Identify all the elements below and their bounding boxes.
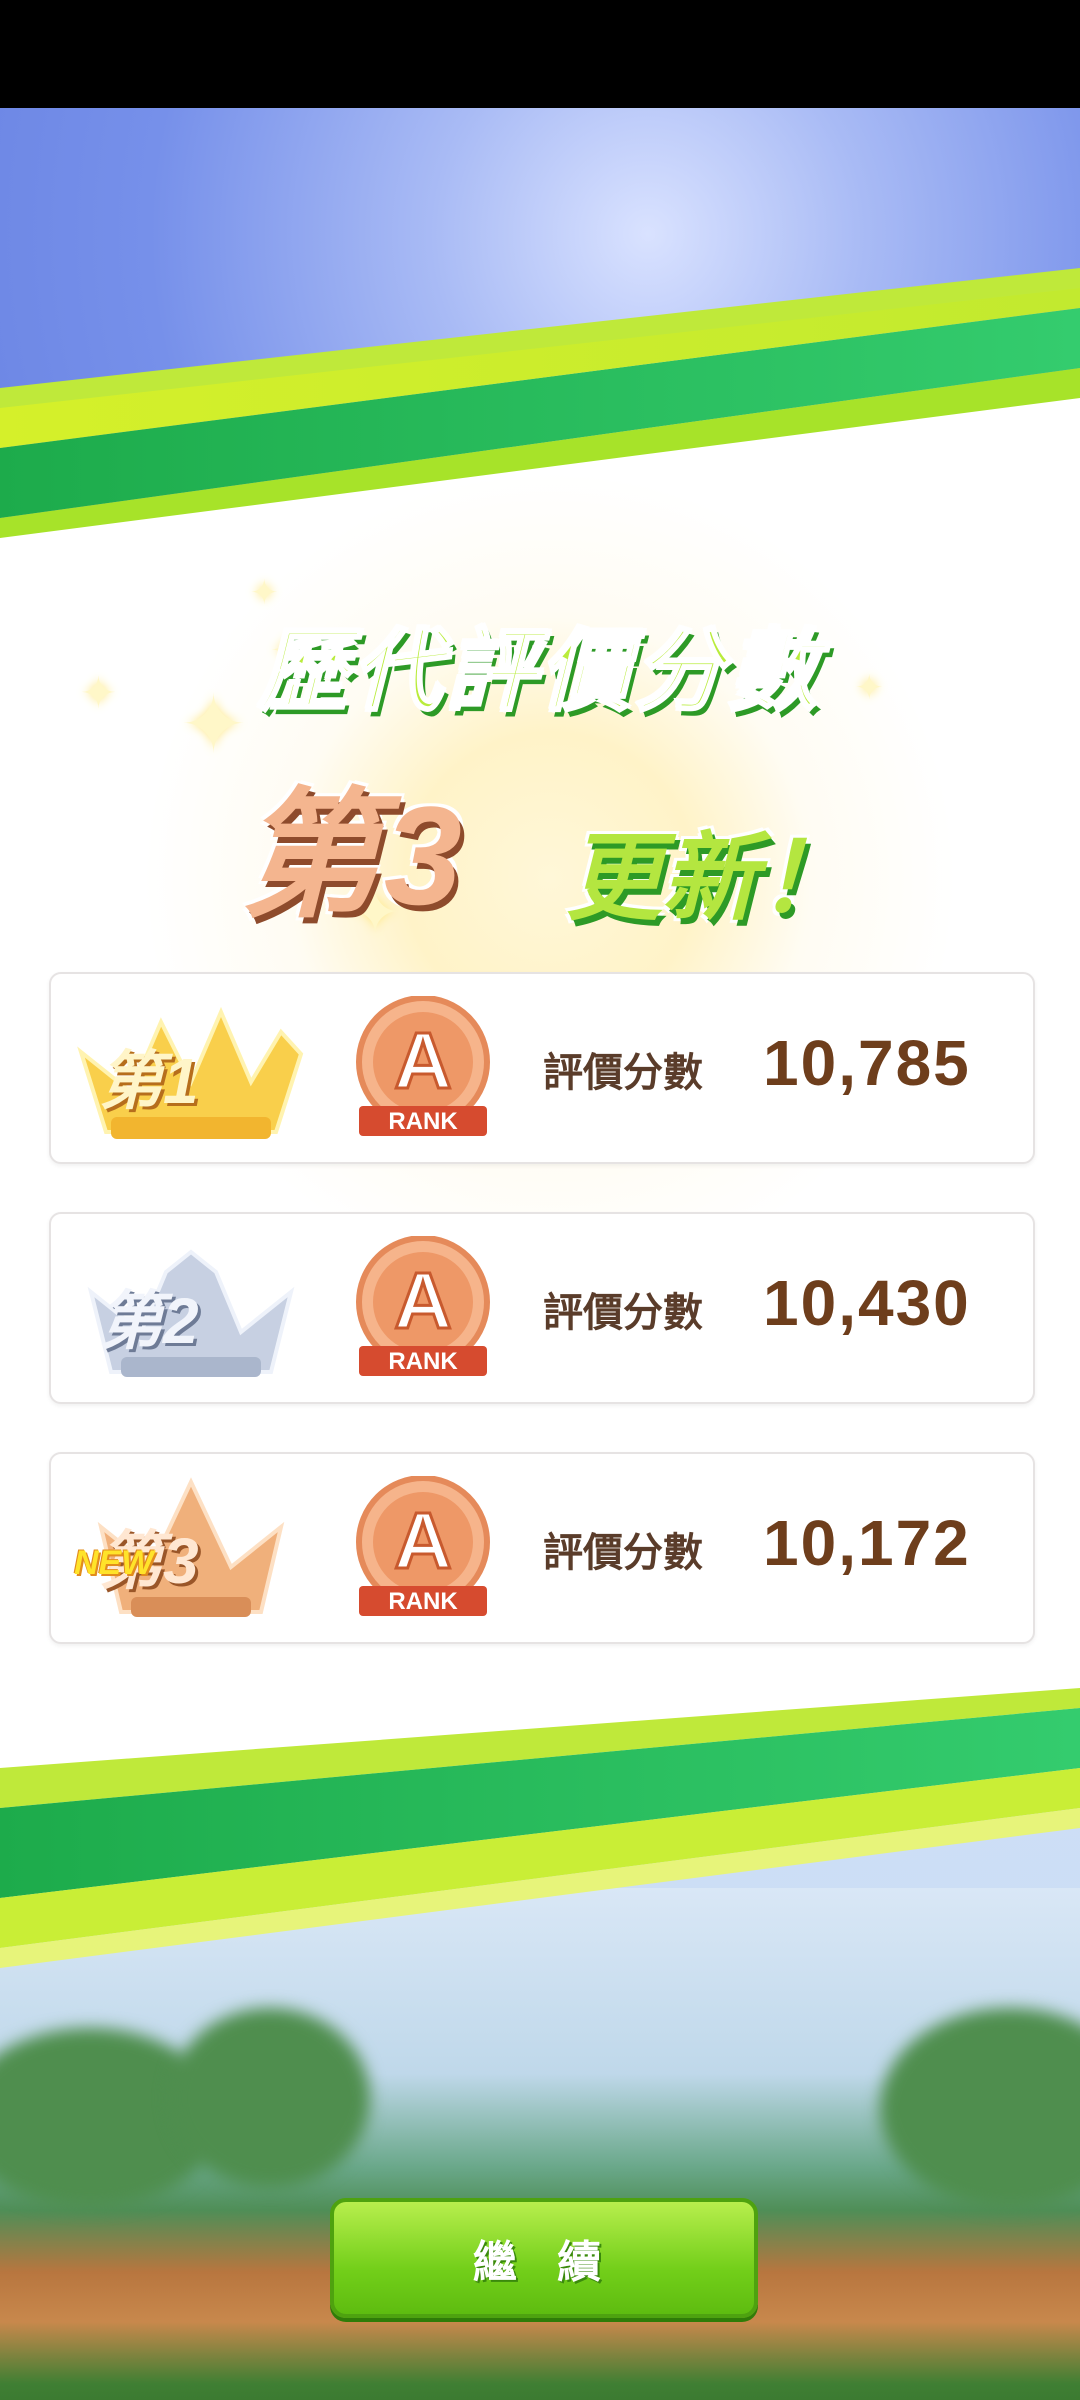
update-text: 更新！ <box>565 825 854 932</box>
a-rank-badge: A RANK <box>356 1476 490 1616</box>
svg-text:RANK: RANK <box>388 1348 458 1375</box>
score-label: 評價分數 <box>543 1051 703 1095</box>
svg-text:RANK: RANK <box>388 1108 458 1135</box>
svg-text:A: A <box>394 1256 452 1345</box>
place-label: 第2 <box>99 1285 199 1357</box>
rank-card-3: 第3 A RANK 評價分數 10,172 <box>49 1452 1035 1644</box>
svg-text:A: A <box>394 1496 452 1585</box>
rank-card-2: 第2 A RANK 評價分數 10,430 <box>49 1212 1035 1404</box>
svg-text:RANK: RANK <box>388 1588 458 1615</box>
score-label: 評價分數 <box>543 1531 703 1575</box>
rank-update-heading: 第3 更新！ <box>240 743 854 945</box>
rank-number: 第3 <box>240 777 466 934</box>
score-value: 10,172 <box>763 1507 971 1579</box>
score-value: 10,430 <box>763 1267 971 1339</box>
continue-button-label: 繼 續 <box>472 2238 616 2287</box>
page-title: 歷代評價分數 <box>257 621 822 724</box>
a-rank-badge: A RANK <box>356 1236 490 1376</box>
score-label: 評價分數 <box>543 1291 703 1335</box>
rank-card-1: 第1 A RANK 評價分數 10,785 <box>49 972 1035 1164</box>
a-rank-badge: A RANK <box>356 996 490 1136</box>
svg-text:A: A <box>394 1016 452 1105</box>
new-badge: NEW <box>74 1544 154 1582</box>
continue-button[interactable]: 繼 續 <box>330 2198 758 2318</box>
result-screen: ✦ ✦ ✦ ✦ ✦ ✦ 歷代評價分數 第3 更新！ 第1 A RANK 評價分數… <box>0 108 1080 2400</box>
score-value: 10,785 <box>763 1027 971 1099</box>
status-bar <box>0 0 1080 108</box>
place-label: 第1 <box>99 1045 199 1117</box>
